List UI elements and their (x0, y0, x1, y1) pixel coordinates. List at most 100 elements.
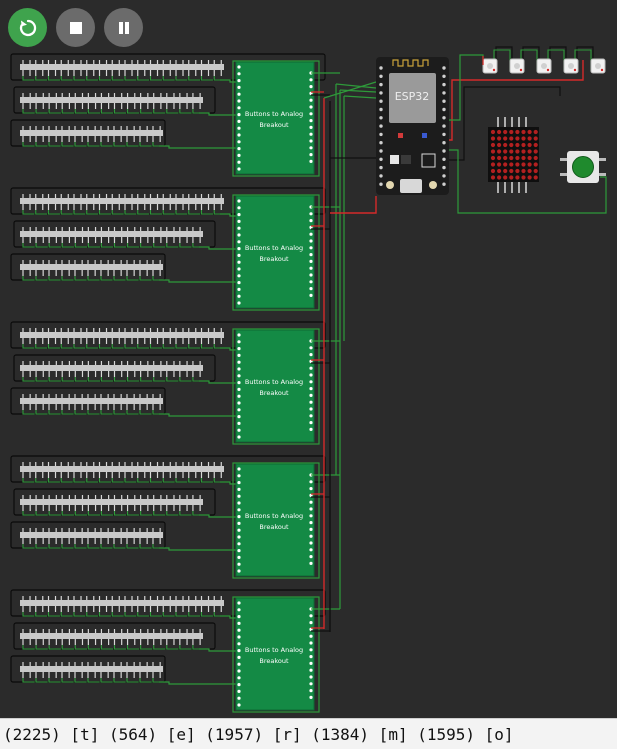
led-matrix-dot (515, 149, 520, 154)
pause-button[interactable] (104, 8, 143, 47)
led-matrix-dot (527, 155, 532, 161)
breakout-pin (237, 481, 241, 485)
breakout-label-line2: Breakout (259, 657, 289, 665)
breakout-pin (237, 387, 241, 391)
restart-icon (19, 19, 36, 36)
wire (199, 112, 236, 116)
breakout-pin (309, 266, 313, 270)
led-matrix-dot (533, 136, 538, 141)
breakout-pin (309, 346, 313, 350)
keyboard-group: Buttons to Analog Breakout (10, 53, 340, 177)
breakout-pin (309, 287, 313, 291)
led-matrix-dot (515, 142, 520, 148)
esp32-pin (442, 141, 446, 145)
breakout-pin (309, 668, 313, 672)
breakout-pin (237, 428, 241, 432)
breakout-pin (237, 119, 241, 123)
keyboard-group: Buttons to Analog Breakout (10, 455, 340, 579)
led-matrix-dot (527, 162, 532, 167)
esp32-pin (379, 141, 383, 145)
breakout-pin (237, 253, 241, 257)
led-matrix (488, 127, 539, 182)
keyboard-bar (20, 532, 163, 538)
led-matrix-dot (521, 142, 526, 148)
breakout-pin (237, 233, 241, 237)
breakout-pin (237, 381, 241, 385)
breakout-pin (237, 294, 241, 298)
breakout-pin (309, 500, 313, 504)
breakout-pin (309, 246, 313, 250)
breakout-pin (309, 387, 313, 391)
power-wire (330, 196, 377, 214)
keyboard-group: Buttons to Analog Breakout (10, 589, 340, 713)
breakout-pin (237, 92, 241, 96)
neopixel-led-core (487, 63, 493, 69)
keyboard-bar (20, 130, 163, 136)
keyboard-bar (20, 365, 203, 371)
esp32-pin (379, 182, 383, 186)
breakout-pin (237, 79, 241, 83)
breakout-pin (237, 247, 241, 251)
breakout-pin (309, 232, 313, 236)
led-matrix-dot (503, 168, 508, 174)
breakout-pin (237, 621, 241, 626)
led-matrix-dot (497, 142, 502, 148)
breakout-pin (237, 260, 241, 264)
breakout-pin (309, 132, 313, 136)
breakout-pin (237, 415, 241, 419)
esp32-pin (442, 66, 446, 70)
restart-button[interactable] (8, 8, 47, 47)
esp32-pin (442, 116, 446, 120)
keyboard-bar (20, 97, 203, 103)
breakout-pin (309, 675, 313, 679)
keyboard-bar (20, 466, 224, 472)
led-matrix-dot (521, 136, 526, 141)
led-matrix-dot (503, 175, 508, 180)
led-matrix-dot (490, 149, 496, 154)
wire (199, 380, 236, 384)
breakout-pin (237, 696, 241, 700)
push-button-leg (560, 158, 567, 161)
breakout-pin (309, 641, 313, 645)
led-matrix-dot (521, 149, 526, 154)
neopixel-led-dot (600, 68, 604, 72)
led-matrix-dot (521, 175, 526, 180)
signal-wire (335, 83, 377, 89)
breakout-pin (309, 353, 313, 357)
led-matrix-dot (497, 155, 502, 161)
esp32-pin (442, 174, 446, 178)
breakout-pin (237, 642, 241, 646)
keyboard-bar (20, 398, 163, 404)
keyboard-bar (20, 666, 163, 672)
led-matrix-dot (497, 136, 502, 141)
breakout-pin (309, 153, 313, 157)
breakout-pin (237, 126, 241, 130)
breakout-label-line1: Buttons to Analog (245, 512, 303, 520)
breakout-pin (237, 106, 241, 110)
led-matrix-dot (533, 162, 538, 167)
esp32-pin (442, 182, 446, 186)
esp32-pin (442, 99, 446, 103)
analog-breakout-board (235, 463, 315, 577)
esp32-pin (379, 82, 383, 87)
breakout-pin (309, 146, 313, 150)
breakout-pin (237, 274, 241, 278)
esp32-usb-port (400, 179, 422, 193)
breakout-pin (309, 273, 313, 277)
breakout-pin (237, 703, 241, 707)
led-matrix-dot (533, 155, 538, 161)
breakout-pin (237, 435, 241, 439)
breakout-pin (309, 614, 313, 618)
breakout-pin (237, 662, 241, 666)
breakout-pin (237, 226, 241, 230)
stop-button[interactable] (56, 8, 95, 47)
breakout-pin (309, 105, 313, 109)
esp32-pin (442, 124, 446, 128)
simulation-canvas: Buttons to Analog Breakout Buttons to Anal… (0, 0, 617, 718)
breakout-pin (309, 119, 313, 123)
breakout-pin (237, 569, 241, 573)
keyboard-bar (20, 264, 163, 270)
keyboard-bar (20, 499, 203, 505)
breakout-pin (237, 608, 241, 612)
analog-breakout-board (235, 61, 315, 175)
